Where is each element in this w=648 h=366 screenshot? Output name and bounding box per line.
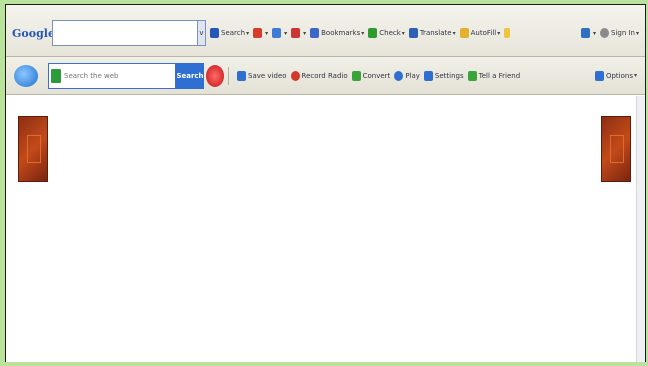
play-button[interactable]: Play — [394, 70, 420, 81]
red-logo-icon[interactable] — [206, 64, 224, 87]
chevron-down-icon: ▾ — [246, 29, 250, 37]
autofill-icon — [459, 28, 469, 38]
button-icon — [291, 28, 301, 38]
save-video-button[interactable]: Save video — [237, 70, 287, 81]
pencil-button[interactable] — [504, 28, 512, 38]
record-radio-label: Record Radio — [301, 71, 348, 80]
window-frame: Google v Search ▾ ▾ ▾ ▾ Bookmarks ▾ Chec… — [0, 0, 648, 366]
right-banner-image[interactable] — [601, 116, 631, 182]
google-search-label: Search — [221, 29, 246, 37]
settings-button[interactable]: Settings — [423, 70, 464, 81]
media-toolbar: Search Save video Record Radio Convert P… — [6, 57, 645, 95]
media-search-box[interactable] — [48, 62, 176, 89]
wrench-icon — [580, 28, 590, 38]
chevron-down-icon: ▾ — [497, 29, 501, 37]
translate-label: Translate — [419, 29, 452, 37]
media-search-button[interactable]: Search — [176, 62, 204, 89]
chevron-down-icon: ▾ — [635, 29, 639, 37]
separator — [228, 66, 229, 85]
settings-icon — [423, 70, 433, 81]
save-video-label: Save video — [248, 71, 287, 80]
google-search-input[interactable] — [52, 20, 198, 46]
chevron-down-icon: ▾ — [361, 29, 365, 37]
sign-in-label: Sign In — [610, 29, 635, 37]
chevron-down-icon: ▾ — [452, 29, 456, 37]
convert-button[interactable]: Convert — [351, 70, 391, 81]
left-banner-image[interactable] — [18, 116, 48, 182]
chevron-down-icon: ▾ — [633, 72, 637, 79]
vertical-scrollbar[interactable] — [636, 96, 645, 362]
check-button[interactable]: Check ▾ — [368, 28, 405, 38]
google-search-dropdown[interactable]: v — [198, 20, 206, 46]
friend-icon — [467, 70, 477, 81]
save-video-icon — [237, 70, 246, 81]
tell-a-friend-button[interactable]: Tell a Friend — [467, 70, 521, 81]
button-icon — [253, 28, 263, 38]
autofill-label: AutoFill — [470, 29, 497, 37]
bookmarks-label: Bookmarks — [321, 29, 361, 37]
options-button[interactable]: Options ▾ — [594, 70, 637, 81]
chevron-down-icon: ▾ — [303, 29, 307, 37]
sign-in-button[interactable]: Sign In ▾ — [599, 28, 639, 38]
pencil-icon — [504, 28, 511, 38]
options-icon — [594, 70, 604, 81]
google-icon-button-2[interactable]: ▾ — [253, 28, 268, 38]
record-radio-button[interactable]: Record Radio — [290, 70, 348, 81]
play-label: Play — [405, 71, 420, 80]
convert-label: Convert — [362, 71, 391, 80]
page-content — [6, 96, 645, 362]
google-toolbar: Google v Search ▾ ▾ ▾ ▾ Bookmarks ▾ Chec… — [6, 5, 645, 57]
browser-window: Google v Search ▾ ▾ ▾ ▾ Bookmarks ▾ Chec… — [5, 4, 646, 362]
media-search-input[interactable] — [64, 65, 172, 86]
google-search-icon — [210, 28, 219, 38]
autofill-button[interactable]: AutoFill ▾ — [459, 28, 501, 38]
star-icon — [310, 28, 320, 38]
play-icon — [394, 70, 404, 81]
bookmarks-button[interactable]: Bookmarks ▾ — [310, 28, 364, 38]
check-icon — [368, 28, 378, 38]
google-logo[interactable]: Google — [12, 27, 55, 40]
chevron-down-icon: ▾ — [265, 29, 269, 37]
options-label: Options — [605, 71, 633, 80]
google-icon-button-3[interactable]: ▾ — [272, 28, 287, 38]
check-label: Check — [379, 29, 401, 37]
chevron-down-icon: ▾ — [592, 29, 596, 37]
google-icon-button-4[interactable]: ▾ — [291, 28, 306, 38]
translate-button[interactable]: Translate ▾ — [408, 28, 456, 38]
tools-button[interactable]: ▾ — [580, 28, 596, 38]
convert-icon — [351, 70, 361, 81]
chevron-down-icon: ▾ — [401, 29, 405, 37]
google-search-button[interactable]: Search ▾ — [210, 28, 249, 38]
user-icon — [599, 28, 609, 38]
settings-label: Settings — [434, 71, 464, 80]
button-icon — [272, 28, 282, 38]
tell-a-friend-label: Tell a Friend — [478, 71, 521, 80]
chevron-down-icon: ▾ — [284, 29, 288, 37]
search-engine-icon — [51, 68, 61, 83]
toolbar-logo-icon[interactable] — [14, 64, 38, 87]
record-icon — [290, 70, 300, 81]
translate-icon — [408, 28, 418, 38]
